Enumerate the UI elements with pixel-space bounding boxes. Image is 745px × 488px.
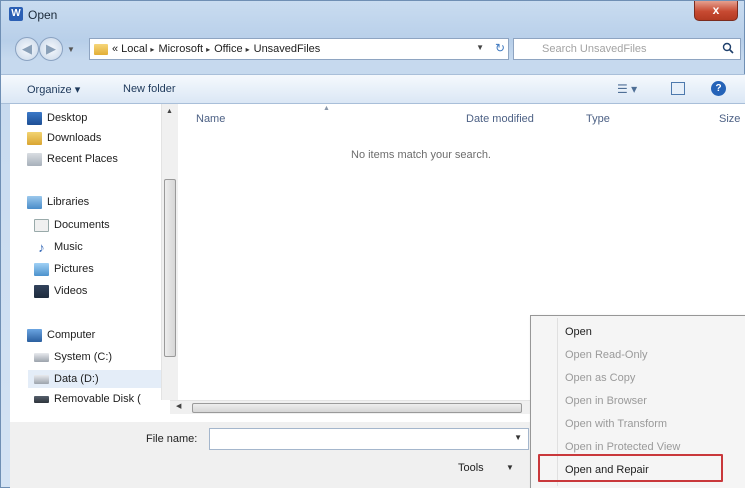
nav-item-documents[interactable]: Documents <box>34 216 110 234</box>
search-icon[interactable] <box>722 42 734 54</box>
nav-pane-scrollbar[interactable]: ▲ <box>161 104 178 400</box>
nav-item-system-c[interactable]: System (C:) <box>34 348 112 366</box>
column-name[interactable]: Name <box>196 113 225 125</box>
recent-places-icon <box>27 152 42 166</box>
nav-item-desktop[interactable]: Desktop <box>27 109 87 127</box>
menu-item-open-in-browser[interactable]: Open in Browser <box>565 395 647 407</box>
search-box[interactable]: Search UnsavedFiles <box>513 38 741 60</box>
address-bar[interactable]: « Local ▸ Microsoft ▸ Office ▸ UnsavedFi… <box>89 38 509 60</box>
nav-item-label: Pictures <box>54 263 94 275</box>
navigation-bar: ◀ ▶ ▼ « Local ▸ Microsoft ▸ Office ▸ Uns… <box>1 33 745 65</box>
column-size[interactable]: Size <box>719 113 740 125</box>
column-date-modified[interactable]: Date modified <box>466 113 534 125</box>
breadcrumb-local[interactable]: Local <box>121 43 147 55</box>
downloads-icon <box>27 131 42 145</box>
breadcrumb-microsoft[interactable]: Microsoft <box>158 43 203 55</box>
nav-item-label: Libraries <box>47 196 90 208</box>
nav-item-label: System (C:) <box>54 351 113 363</box>
nav-item-downloads[interactable]: Downloads <box>27 129 101 147</box>
nav-item-label: Data (D:) <box>54 373 99 385</box>
horizontal-scrollbar[interactable]: ◀ <box>170 400 540 414</box>
address-dropdown-icon[interactable]: ▼ <box>476 43 484 52</box>
command-bar: Organize ▾ New folder ☰ ▾ ? <box>1 74 745 104</box>
documents-icon <box>34 218 49 232</box>
nav-item-music[interactable]: ♪ Music <box>34 238 83 256</box>
empty-folder-message: No items match your search. <box>351 149 491 161</box>
nav-item-label: Removable Disk ( <box>54 393 141 405</box>
breadcrumb-overflow[interactable]: « <box>112 43 118 55</box>
new-folder-button[interactable]: New folder <box>123 83 176 95</box>
scroll-left-arrow-icon[interactable]: ◀ <box>176 402 181 410</box>
scrollbar-thumb[interactable] <box>164 179 176 357</box>
recent-pages-dropdown-icon[interactable]: ▼ <box>67 45 75 54</box>
sort-arrow-icon: ▲ <box>323 105 330 112</box>
word-app-icon: W <box>9 7 23 21</box>
breadcrumb-separator[interactable]: ▸ <box>246 45 250 54</box>
tools-dropdown-icon[interactable]: ▼ <box>506 463 514 472</box>
close-button[interactable]: x <box>694 1 738 21</box>
menu-item-open[interactable]: Open <box>565 326 592 338</box>
breadcrumb-separator[interactable]: ▸ <box>150 45 154 54</box>
nav-item-computer[interactable]: Computer <box>27 326 95 344</box>
menu-item-open-in-protected-view[interactable]: Open in Protected View <box>565 441 680 453</box>
back-button[interactable]: ◀ <box>15 37 39 61</box>
menu-item-open-as-copy[interactable]: Open as Copy <box>565 372 635 384</box>
window-title: Open <box>28 8 58 22</box>
scroll-up-arrow-icon[interactable]: ▲ <box>166 108 173 115</box>
drive-icon <box>34 374 49 384</box>
videos-icon <box>34 284 49 298</box>
menu-item-open-with-transform[interactable]: Open with Transform <box>565 418 667 430</box>
file-name-dropdown-icon[interactable]: ▼ <box>514 433 522 442</box>
breadcrumb-office[interactable]: Office <box>214 43 243 55</box>
nav-item-data-d[interactable]: Data (D:) <box>28 370 161 388</box>
nav-item-label: Documents <box>54 219 110 231</box>
nav-item-recent-places[interactable]: Recent Places <box>27 150 118 168</box>
folder-icon <box>94 43 108 55</box>
column-header: Name ▲ Date modified Type Size <box>186 104 745 132</box>
views-icon[interactable]: ☰ ▾ <box>617 82 637 96</box>
horizontal-scrollbar-thumb[interactable] <box>192 403 522 413</box>
pictures-icon <box>34 262 49 276</box>
nav-item-removable-disk[interactable]: Removable Disk ( <box>34 390 141 408</box>
removable-disk-icon <box>34 395 49 403</box>
nav-item-label: Music <box>54 241 83 253</box>
column-type[interactable]: Type <box>586 113 610 125</box>
search-input[interactable]: Search UnsavedFiles <box>542 43 647 55</box>
drive-icon <box>34 352 49 362</box>
forward-button[interactable]: ▶ <box>39 37 63 61</box>
nav-item-label: Recent Places <box>47 153 118 165</box>
breadcrumb-unsavedfiles[interactable]: UnsavedFiles <box>254 43 321 55</box>
desktop-icon <box>27 111 42 125</box>
open-dialog: W Open x ◀ ▶ ▼ « Local ▸ Microsoft ▸ Off… <box>0 0 745 488</box>
title-bar: W Open x <box>1 1 745 29</box>
breadcrumb-separator[interactable]: ▸ <box>206 45 210 54</box>
organize-button[interactable]: Organize ▾ <box>27 83 80 96</box>
refresh-icon[interactable]: ↻ <box>495 41 505 55</box>
nav-item-pictures[interactable]: Pictures <box>34 260 94 278</box>
nav-item-videos[interactable]: Videos <box>34 282 87 300</box>
computer-icon <box>27 328 42 342</box>
preview-pane-icon[interactable] <box>671 82 685 95</box>
file-name-label: File name: <box>146 433 198 445</box>
open-and-repair-highlight-box <box>538 454 723 482</box>
help-icon[interactable]: ? <box>711 81 726 96</box>
nav-item-label: Videos <box>54 285 88 297</box>
libraries-icon <box>27 195 42 209</box>
tools-button[interactable]: Tools <box>458 462 484 474</box>
music-icon: ♪ <box>38 239 45 255</box>
nav-item-libraries[interactable]: Libraries <box>27 193 89 211</box>
nav-item-label: Desktop <box>47 112 88 124</box>
navigation-pane: Desktop Downloads Recent Places Librarie… <box>10 104 185 422</box>
nav-item-label: Downloads <box>47 132 102 144</box>
file-name-input[interactable]: ▼ <box>209 428 529 450</box>
menu-item-open-read-only[interactable]: Open Read-Only <box>565 349 648 361</box>
nav-item-label: Computer <box>47 329 96 341</box>
